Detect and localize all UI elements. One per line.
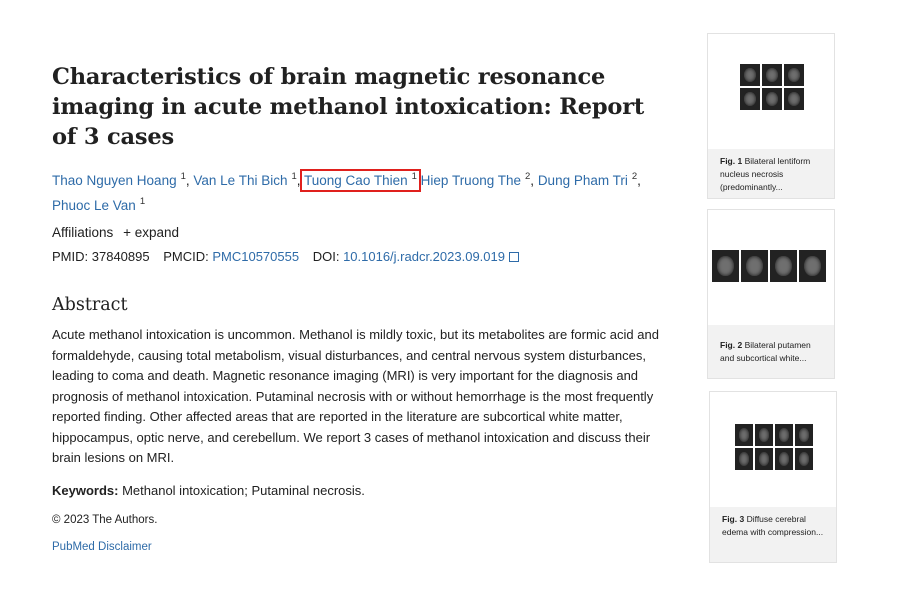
figure-label: Fig. 3	[722, 514, 745, 524]
author-link[interactable]: Tuong Cao Thien	[304, 173, 408, 188]
figure-image	[708, 34, 834, 149]
pmid-value: 37840895	[91, 249, 150, 264]
doi-link[interactable]: 10.1016/j.radcr.2023.09.019	[343, 249, 505, 264]
plus-icon: +	[123, 225, 131, 240]
affiliation-ref[interactable]: 2	[632, 171, 637, 182]
figure-caption: Fig. 2 Bilateral putamen and subcortical…	[708, 325, 834, 371]
identifiers-row: PMID: 37840895 PMCID: PMC10570555 DOI: 1…	[52, 247, 672, 267]
figure-label: Fig. 1	[720, 156, 743, 166]
author-list: Thao Nguyen Hoang 1, Van Le Thi Bich 1, Tu…	[52, 169, 641, 213]
figure-caption: Fig. 1 Bilateral lentiform nucleus necro…	[708, 149, 834, 200]
figure-image	[708, 210, 834, 325]
figure-caption: Fig. 3 Diffuse cerebral edema with compr…	[710, 507, 836, 545]
figure-label: Fig. 2	[720, 340, 743, 350]
affiliation-ref[interactable]: 1	[412, 171, 417, 182]
affiliations-row: Affiliations + expand	[52, 223, 672, 243]
keywords-label: Keywords:	[52, 482, 119, 498]
figure-thumbnail-3[interactable]: Fig. 3 Diffuse cerebral edema with compr…	[709, 391, 837, 563]
figure-image	[710, 392, 836, 507]
affiliation-ref[interactable]: 1	[291, 171, 296, 182]
affiliation-ref[interactable]: 1	[140, 196, 145, 207]
figure-thumbnail-1[interactable]: Fig. 1 Bilateral lentiform nucleus necro…	[707, 33, 835, 199]
author-link[interactable]: Phuoc Le Van	[52, 198, 136, 213]
pmid-label: PMID:	[52, 249, 89, 264]
figure-thumbnail-2[interactable]: Fig. 2 Bilateral putamen and subcortical…	[707, 209, 835, 379]
pmcid-link[interactable]: PMC10570555	[212, 249, 299, 264]
author-link[interactable]: Van Le Thi Bich	[193, 173, 287, 188]
affiliations-label: Affiliations	[52, 225, 114, 240]
abstract-text: Acute methanol intoxication is uncommon.…	[52, 327, 659, 465]
affiliation-ref[interactable]: 2	[525, 171, 530, 182]
external-link-icon	[508, 252, 519, 262]
highlighted-author: Tuong Cao Thien 1	[300, 169, 421, 192]
abstract-heading: Abstract	[52, 295, 128, 315]
article-main: Characteristics of brain magnetic resona…	[52, 62, 672, 553]
author-link[interactable]: Hiep Truong The	[421, 173, 521, 188]
copyright: © 2023 The Authors.	[52, 513, 158, 526]
keywords: Keywords: Methanol intoxication; Putamin…	[52, 481, 672, 501]
article-title: Characteristics of brain magnetic resona…	[52, 64, 645, 150]
pmcid-label: PMCID:	[163, 249, 209, 264]
doi-label: DOI:	[312, 249, 340, 264]
keywords-text: Methanol intoxication; Putaminal necrosi…	[122, 482, 365, 498]
author-link[interactable]: Dung Pham Tri	[538, 173, 628, 188]
expand-label: expand	[134, 225, 180, 240]
pubmed-disclaimer-link[interactable]: PubMed Disclaimer	[52, 541, 152, 553]
affiliations-expand-button[interactable]: + expand	[123, 225, 179, 240]
author-link[interactable]: Thao Nguyen Hoang	[52, 173, 177, 188]
affiliation-ref[interactable]: 1	[181, 171, 186, 182]
